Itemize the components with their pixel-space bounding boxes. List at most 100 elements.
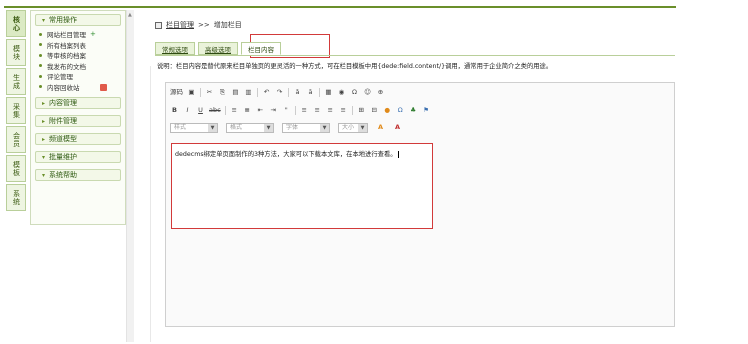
menu-group-attachments[interactable]: ▸ 附件管理: [35, 115, 121, 127]
text-color-icon[interactable]: A: [376, 123, 385, 132]
bullet-icon: [39, 32, 42, 36]
sidebar-scrollbar[interactable]: ▲: [126, 10, 134, 342]
bold-icon[interactable]: B: [170, 106, 179, 115]
menu-group-content[interactable]: ▸ 内容管理: [35, 97, 121, 109]
chevron-down-icon: ▾: [42, 16, 46, 24]
toolbar-separator: [294, 106, 296, 115]
chevron-down-icon: ▼: [320, 123, 329, 132]
ordered-list-icon[interactable]: ≡: [230, 106, 239, 115]
menu-item-pending[interactable]: 等审核的档案: [31, 50, 125, 61]
replace-icon[interactable]: ā: [306, 88, 315, 97]
paste-text-icon[interactable]: ▥: [244, 88, 253, 97]
justify-icon[interactable]: ≡: [339, 106, 348, 115]
toolbar-separator: [224, 106, 226, 115]
maximize-icon[interactable]: ⊕: [376, 88, 385, 97]
link-icon[interactable]: ♣: [409, 106, 418, 115]
divider: [150, 66, 151, 342]
chevron-down-icon: ▾: [42, 153, 46, 161]
image-icon[interactable]: ◉: [337, 88, 346, 97]
style-select[interactable]: 样式 ▼: [170, 122, 218, 133]
paste-icon[interactable]: ▤: [231, 88, 240, 97]
flash-icon[interactable]: ●: [383, 106, 392, 115]
smiley-icon[interactable]: ☺: [363, 88, 372, 97]
horizontal-rule-icon[interactable]: ⊟: [370, 106, 379, 115]
font-select-label: 字体: [286, 124, 299, 131]
blockquote-icon[interactable]: ": [282, 106, 291, 115]
sidebar-menu: ▾ 常用操作 网站栏目管理 + 所有档案列表 等审核的档案 我发布的文档 评论管…: [30, 10, 126, 225]
breadcrumb-separator: >>: [198, 21, 210, 29]
menu-group-label: 常用操作: [49, 16, 78, 24]
vtab-generate[interactable]: 生成: [6, 68, 26, 95]
omega-icon[interactable]: Ω: [396, 106, 405, 115]
redo-icon[interactable]: ↷: [275, 88, 284, 97]
undo-icon[interactable]: ↶: [262, 88, 271, 97]
menu-group-common[interactable]: ▾ 常用操作: [35, 14, 121, 26]
editor-content-text: dedecms绑定单页面制作的3种方法，大家可以下载本文库，在本地进行查看。: [175, 151, 397, 158]
strikethrough-icon[interactable]: abc: [209, 106, 221, 115]
vtab-member[interactable]: 会员: [6, 126, 26, 153]
italic-icon[interactable]: I: [183, 106, 192, 115]
tab-column-content[interactable]: 栏目内容: [241, 42, 281, 55]
format-select[interactable]: 格式 ▼: [226, 122, 274, 133]
tab-underline: [155, 55, 675, 56]
select-all-icon[interactable]: ▦: [324, 88, 333, 97]
scroll-up-icon[interactable]: ▲: [128, 12, 132, 18]
indent-icon[interactable]: ⇥: [269, 106, 278, 115]
font-select[interactable]: 字体 ▼: [282, 122, 330, 133]
breadcrumb-link[interactable]: 栏目管理: [166, 20, 194, 30]
menu-item-comments[interactable]: 评论管理: [31, 71, 125, 82]
align-center-icon[interactable]: ≡: [313, 106, 322, 115]
editor-toolbar-row3: 样式 ▼ 格式 ▼ 字体 ▼ 大小 ▼ A A: [170, 121, 402, 134]
vtab-collect[interactable]: 采集: [6, 97, 26, 124]
vtab-core[interactable]: 核心: [6, 10, 26, 37]
menu-group-batch[interactable]: ▾ 批量维护: [35, 151, 121, 163]
menu-item-label: 网站栏目管理: [47, 31, 86, 40]
bullet-icon: [39, 74, 42, 78]
vtab-module[interactable]: 模块: [6, 39, 26, 66]
tab-bar: 常规选项 高级选项 栏目内容: [155, 42, 281, 55]
menu-item-recycle-bin[interactable]: 内容回收站: [31, 82, 125, 93]
preview-icon[interactable]: ▣: [187, 88, 196, 97]
bullet-icon: [39, 85, 42, 89]
chevron-right-icon: ▸: [42, 99, 46, 107]
source-button[interactable]: 源码: [170, 88, 183, 97]
align-left-icon[interactable]: ≡: [300, 106, 309, 115]
size-select-label: 大小: [342, 124, 355, 131]
menu-item-label: 等审核的档案: [47, 52, 86, 61]
format-select-label: 格式: [230, 124, 243, 131]
copy-icon[interactable]: ⎘: [218, 88, 227, 97]
find-icon[interactable]: ǎ: [293, 88, 302, 97]
cut-icon[interactable]: ✂: [205, 88, 214, 97]
vtab-template[interactable]: 模板: [6, 155, 26, 182]
chevron-down-icon: ▾: [42, 171, 46, 179]
chevron-down-icon: ▼: [264, 123, 273, 132]
chevron-right-icon: ▸: [42, 135, 46, 143]
tab-advanced[interactable]: 高级选项: [198, 42, 238, 55]
bullet-icon: [39, 64, 42, 68]
breadcrumb-current: 增加栏目: [213, 21, 242, 29]
background-color-icon[interactable]: A: [393, 123, 402, 132]
chevron-down-icon: ▼: [208, 123, 217, 132]
underline-icon[interactable]: U: [196, 106, 205, 115]
menu-group-channel-model[interactable]: ▸ 频道模型: [35, 133, 121, 145]
menu-item-label: 评论管理: [47, 73, 73, 82]
editor-content-area[interactable]: dedecms绑定单页面制作的3种方法，大家可以下载本文库，在本地进行查看。: [171, 143, 433, 229]
menu-item-columns[interactable]: 网站栏目管理 +: [31, 29, 125, 40]
menu-group-help[interactable]: ▾ 系统帮助: [35, 169, 121, 181]
size-select[interactable]: 大小 ▼: [338, 122, 368, 133]
anchor-icon[interactable]: ⚑: [422, 106, 431, 115]
chevron-down-icon: ▼: [358, 123, 367, 132]
menu-item-my-docs[interactable]: 我发布的文档: [31, 61, 125, 72]
vtab-system[interactable]: 系统: [6, 184, 26, 211]
menu-item-all-archives[interactable]: 所有档案列表: [31, 40, 125, 51]
align-right-icon[interactable]: ≡: [326, 106, 335, 115]
menu-group-label: 内容管理: [49, 99, 78, 107]
outdent-icon[interactable]: ⇤: [256, 106, 265, 115]
special-char-icon[interactable]: Ω: [350, 88, 359, 97]
add-icon[interactable]: +: [90, 30, 96, 38]
recycle-bin-icon[interactable]: [100, 83, 107, 91]
table-icon[interactable]: ⊞: [357, 106, 366, 115]
menu-item-label: 内容回收站: [47, 83, 80, 92]
tab-general[interactable]: 常规选项: [155, 42, 195, 55]
unordered-list-icon[interactable]: ≣: [243, 106, 252, 115]
